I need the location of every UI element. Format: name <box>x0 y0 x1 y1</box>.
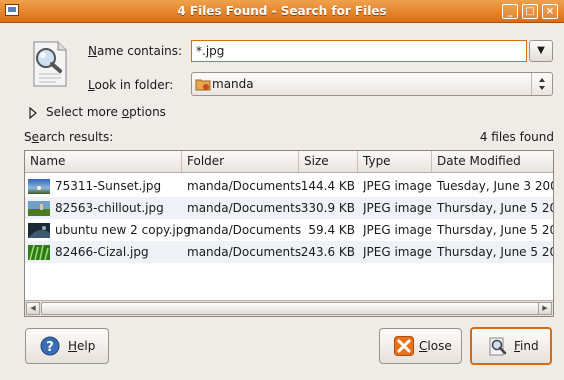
folder-label-text: ook in folder: <box>94 78 174 92</box>
chillout-thumbnail <box>28 201 50 216</box>
table-row[interactable]: 75311-Sunset.jpg manda/Documents 144.4 K… <box>25 175 553 197</box>
search-results-label: Search results: <box>24 130 113 144</box>
find-button[interactable]: Find <box>470 327 552 365</box>
search-document-icon <box>28 40 72 88</box>
column-header-size[interactable]: Size <box>299 151 358 172</box>
more-options-accel: o <box>121 105 130 119</box>
search-results-list[interactable]: Name Folder Size Type Date Modified 7531… <box>24 150 554 317</box>
find-icon <box>488 337 508 357</box>
scroll-left-icon[interactable]: ◀ <box>26 302 40 315</box>
close-text: lose <box>427 339 452 353</box>
name-label-accel: N <box>88 44 97 58</box>
file-name: 82563-chillout.jpg <box>55 201 164 215</box>
maximize-button[interactable]: □ <box>522 4 538 19</box>
file-type: JPEG image <box>363 245 432 259</box>
file-folder: manda/Documents <box>187 245 302 259</box>
file-name: 75311-Sunset.jpg <box>55 179 162 193</box>
name-contains-label: Name contains: <box>88 44 182 58</box>
folder-value: manda <box>212 77 254 91</box>
title-bar[interactable]: 4 Files Found - Search for Files _ □ × <box>0 0 564 23</box>
table-row[interactable]: 82563-chillout.jpg manda/Documents 330.9… <box>25 197 553 219</box>
table-row[interactable]: ubuntu new 2 copy.jpg manda/Documents 59… <box>25 219 553 241</box>
file-folder: manda/Documents <box>187 201 302 215</box>
help-text: elp <box>77 339 96 353</box>
close-button[interactable]: Close <box>379 328 462 364</box>
column-header-name[interactable]: Name <box>25 151 182 172</box>
file-folder: manda/Documents <box>187 223 302 237</box>
look-in-folder-combo[interactable]: manda <box>191 72 553 96</box>
close-label: Close <box>419 339 452 353</box>
scroll-right-icon[interactable]: ▶ <box>538 302 552 315</box>
file-folder: manda/Documents <box>187 179 302 193</box>
file-size: 59.4 KB <box>308 223 355 237</box>
expander-arrow-icon <box>28 106 38 122</box>
column-header-folder[interactable]: Folder <box>182 151 299 172</box>
close-window-button[interactable]: × <box>542 4 558 19</box>
file-size: 144.4 KB <box>300 179 355 193</box>
column-header-type[interactable]: Type <box>358 151 432 172</box>
sunset-thumbnail <box>28 179 50 194</box>
file-type: JPEG image <box>363 201 432 215</box>
file-date: Thursday, June 5 2008 <box>437 223 553 237</box>
file-type: JPEG image <box>363 179 432 193</box>
cizal-thumbnail <box>28 244 50 261</box>
triangle-down-icon: ▼ <box>537 45 545 56</box>
more-options-pre: Select more <box>46 105 122 119</box>
find-text: ind <box>520 339 539 353</box>
minimize-button[interactable]: _ <box>502 4 518 19</box>
help-icon: ? <box>40 336 60 356</box>
folder-home-icon <box>195 77 211 91</box>
more-options-label: Select more options <box>46 105 166 119</box>
name-contains-input[interactable]: *.jpg <box>191 40 527 62</box>
file-size: 330.9 KB <box>300 201 355 215</box>
close-icon <box>394 336 414 356</box>
help-button[interactable]: ? Help <box>25 328 109 364</box>
ubuntu-thumbnail <box>28 223 50 238</box>
name-label-text: ame contains: <box>96 44 183 58</box>
file-name: 82466-Cizal.jpg <box>55 245 149 259</box>
results-header: Name Folder Size Type Date Modified <box>25 151 553 173</box>
name-history-dropdown[interactable]: ▼ <box>529 40 553 62</box>
file-type: JPEG image <box>363 223 432 237</box>
column-header-date-modified[interactable]: Date Modified <box>432 151 553 172</box>
find-label: Find <box>514 339 539 353</box>
more-options-post: ptions <box>129 105 166 119</box>
results-label-pre: S <box>24 130 32 144</box>
svg-text:?: ? <box>46 340 54 355</box>
file-name: ubuntu new 2 copy.jpg <box>55 223 191 237</box>
files-found-count: 4 files found <box>479 130 554 144</box>
file-date: Tuesday, June 3 2008 <box>437 179 554 193</box>
help-label: Help <box>68 339 95 353</box>
help-accel: H <box>68 339 78 353</box>
horizontal-scrollbar[interactable]: ◀ ▶ <box>25 300 553 316</box>
window-title: 4 Files Found - Search for Files <box>177 4 387 18</box>
results-label-accel: e <box>31 130 40 144</box>
folder-spinner-icon <box>531 73 552 95</box>
scrollbar-thumb[interactable] <box>41 302 541 315</box>
table-row[interactable]: 82466-Cizal.jpg manda/Documents 243.6 KB… <box>25 241 553 263</box>
results-label-post: arch results: <box>39 130 114 144</box>
file-size: 243.6 KB <box>300 245 355 259</box>
file-date: Thursday, June 5 2008 <box>437 245 553 259</box>
look-in-folder-label: Look in folder: <box>88 78 173 92</box>
file-date: Thursday, June 5 2008 <box>437 201 553 215</box>
